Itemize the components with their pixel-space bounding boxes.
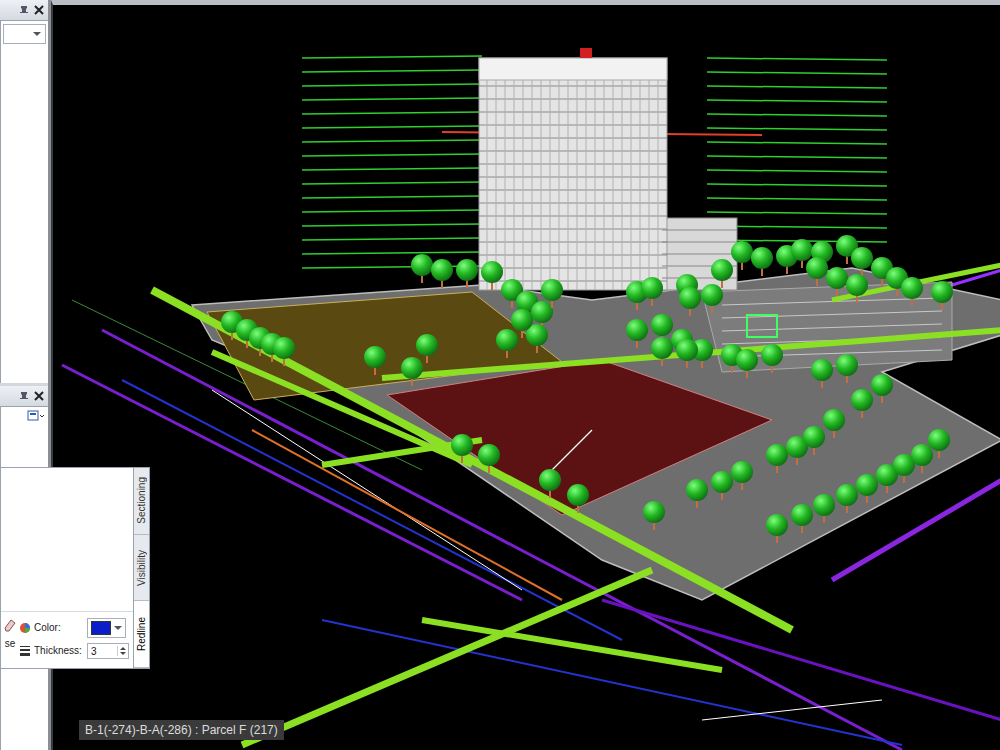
panel-body (0, 21, 48, 383)
erase-label: se (5, 638, 16, 650)
options-icon[interactable] (27, 410, 45, 422)
close-icon[interactable] (34, 391, 44, 401)
tab-label: Visibility (136, 550, 147, 586)
erase-tool[interactable]: se (3, 618, 17, 650)
panel-tab[interactable]: Visibility (134, 535, 149, 602)
close-icon[interactable] (34, 5, 44, 15)
thickness-row: Thickness: 3 (19, 642, 131, 660)
thickness-value[interactable]: 3 (88, 646, 117, 657)
trees (221, 235, 953, 543)
spin-down-icon[interactable] (120, 652, 126, 655)
panel-header (0, 386, 48, 407)
color-picker[interactable] (87, 618, 126, 638)
redline-settings: Color: Thickness: 3 (19, 618, 131, 660)
model-viewport[interactable]: B-1(-274)-B-A(-286) : Parcel F (217) (51, 0, 1000, 750)
tab-label: Redline (136, 617, 147, 651)
eraser-icon[interactable] (3, 618, 17, 632)
dropdown[interactable] (3, 24, 46, 44)
model-scene[interactable] (53, 5, 1000, 750)
dropdown-arrow-icon (33, 32, 41, 36)
pin-icon[interactable] (18, 390, 30, 402)
thickness-spinner[interactable]: 3 (87, 643, 129, 659)
color-row: Color: (19, 618, 131, 638)
color-swatch (91, 621, 111, 635)
panel-tab[interactable]: Redline (134, 601, 149, 668)
color-wheel-icon (19, 622, 31, 634)
color-label: Color: (34, 622, 84, 634)
line-thickness-icon (19, 645, 31, 657)
tab-strip: Sectioning Visibility Redline (133, 468, 149, 668)
dropdown-arrow-icon (114, 626, 122, 630)
panel-header (0, 0, 48, 21)
tab-label: Sectioning (136, 477, 147, 524)
thickness-label: Thickness: (34, 645, 84, 657)
panel-tab[interactable]: Sectioning (134, 468, 149, 535)
redline-panel: se Color: Thickness: 3 Sectioning Visibility… (0, 467, 150, 669)
spinner-buttons (117, 646, 128, 656)
status-text: B-1(-274)-B-A(-286) : Parcel F (217) (79, 720, 284, 740)
spin-up-icon[interactable] (120, 647, 126, 650)
model-geometry (62, 48, 1000, 750)
pin-icon[interactable] (18, 4, 30, 16)
